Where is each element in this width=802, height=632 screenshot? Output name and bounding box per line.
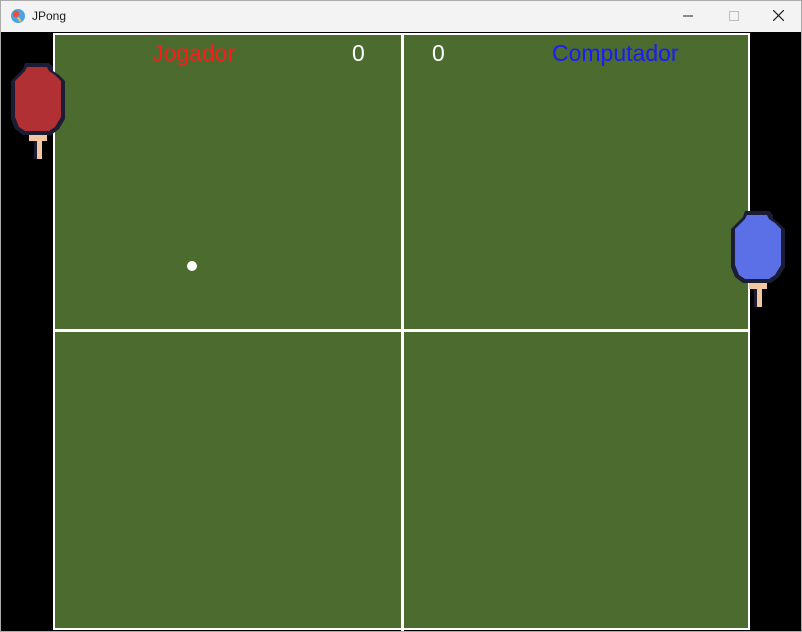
net-line <box>401 33 404 631</box>
cpu-score: 0 <box>432 40 445 66</box>
jpong-app-icon <box>10 8 26 24</box>
player-score: 0 <box>352 40 365 66</box>
close-button[interactable] <box>755 1 801 32</box>
cpu-label: Computador <box>552 40 679 66</box>
ball <box>187 261 197 271</box>
player-paddle[interactable] <box>9 61 71 163</box>
center-line <box>53 329 750 332</box>
maximize-icon <box>729 8 739 26</box>
cpu-paddle <box>731 211 785 307</box>
window-title: JPong <box>32 9 67 23</box>
minimize-button[interactable] <box>665 1 711 32</box>
minimize-icon <box>683 8 693 26</box>
title-bar[interactable]: JPong <box>1 1 801 32</box>
player-label: Jogador <box>152 40 236 66</box>
game-area[interactable]: Jogador 0 0 Computador <box>1 32 801 631</box>
close-icon <box>772 8 784 26</box>
app-window: JPong Jogador 0 0 Computador <box>0 0 802 632</box>
maximize-button[interactable] <box>711 1 757 32</box>
